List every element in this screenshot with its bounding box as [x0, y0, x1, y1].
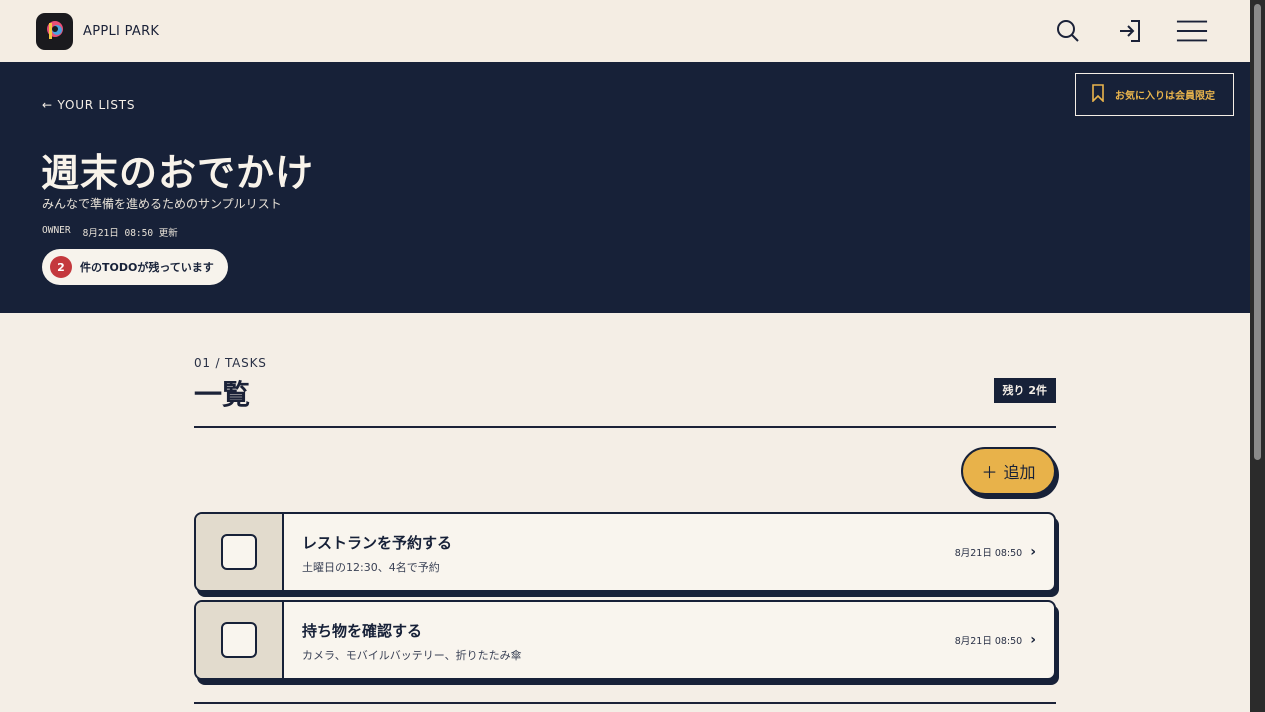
- task-item[interactable]: レストランを予約する 土曜日の12:30、4名で予約 8月21日 08:50 ›: [194, 512, 1056, 592]
- task-date: 8月21日 08:50: [954, 548, 1023, 559]
- task-title: レストランを予約する: [302, 534, 453, 552]
- logo-icon: [36, 12, 73, 50]
- back-to-lists-link[interactable]: ← YOUR LISTS: [42, 98, 135, 112]
- favorite-label: お気に入りは会員限定: [1115, 91, 1215, 102]
- hero-banner: ← YOUR LISTS お気に入りは会員限定 週末のおでかけ みんなで準備を進…: [0, 62, 1250, 313]
- task-meta: 8月21日 08:50 ›: [955, 514, 1054, 590]
- task-item[interactable]: 持ち物を確認する カメラ、モバイルバッテリー、折りたたみ傘 8月21日 08:5…: [194, 600, 1056, 680]
- page: APPLI PARK ← YOUR LISTS お気に入りは会員限定 週末のおで…: [0, 0, 1250, 712]
- task-title: 持ち物を確認する: [302, 622, 423, 640]
- page-subtitle: みんなで準備を進めるためのサンプルリスト: [42, 197, 282, 211]
- search-icon[interactable]: [1052, 15, 1084, 47]
- section-divider: [194, 426, 1056, 428]
- top-actions: [1052, 15, 1208, 47]
- task-body: 持ち物を確認する カメラ、モバイルバッテリー、折りたたみ傘: [284, 602, 955, 678]
- section-title: 一覧: [194, 378, 251, 411]
- top-bar: APPLI PARK: [0, 0, 1250, 62]
- task-check-area: [196, 602, 284, 678]
- todo-count-badge: 2: [50, 256, 72, 278]
- bookmark-icon: [1091, 84, 1105, 105]
- scrollbar-thumb[interactable]: [1254, 4, 1261, 460]
- add-label: 追加: [1003, 463, 1036, 482]
- task-checkbox[interactable]: [221, 622, 257, 658]
- updated-time: 8月21日 08:50 更新: [82, 228, 178, 239]
- task-check-area: [196, 514, 284, 590]
- tasks-section-header: 01 / TASKS 一覧 残り 2件: [194, 356, 1056, 428]
- list-bottom-divider: [194, 702, 1056, 704]
- login-icon[interactable]: [1114, 15, 1146, 47]
- section-label: 01 / TASKS: [194, 356, 267, 370]
- scrollbar[interactable]: [1250, 0, 1265, 712]
- task-checkbox[interactable]: [221, 534, 257, 570]
- todo-text: 件のTODOが残っています: [80, 261, 214, 274]
- task-date: 8月21日 08:50: [954, 636, 1023, 647]
- list-meta: OWNER 8月21日 08:50 更新: [42, 225, 178, 239]
- add-task-button[interactable]: ＋ 追加: [961, 447, 1056, 495]
- task-body: レストランを予約する 土曜日の12:30、4名で予約: [284, 514, 955, 590]
- owner-label: OWNER: [42, 225, 71, 236]
- task-description: カメラ、モバイルバッテリー、折りたたみ傘: [302, 649, 522, 662]
- page-title: 週末のおでかけ: [41, 151, 315, 195]
- remaining-todo-pill: 2 件のTODOが残っています: [42, 249, 228, 285]
- brand-name: APPLI PARK: [83, 23, 160, 39]
- plus-icon: ＋: [981, 463, 998, 482]
- menu-icon[interactable]: [1176, 15, 1208, 47]
- remaining-badge: 残り 2件: [993, 378, 1056, 403]
- chevron-right-icon[interactable]: ›: [1030, 544, 1036, 560]
- task-description: 土曜日の12:30、4名で予約: [302, 561, 440, 574]
- favorite-button[interactable]: お気に入りは会員限定: [1075, 73, 1234, 116]
- chevron-right-icon[interactable]: ›: [1030, 632, 1036, 648]
- brand[interactable]: APPLI PARK: [36, 12, 160, 50]
- task-meta: 8月21日 08:50 ›: [955, 602, 1054, 678]
